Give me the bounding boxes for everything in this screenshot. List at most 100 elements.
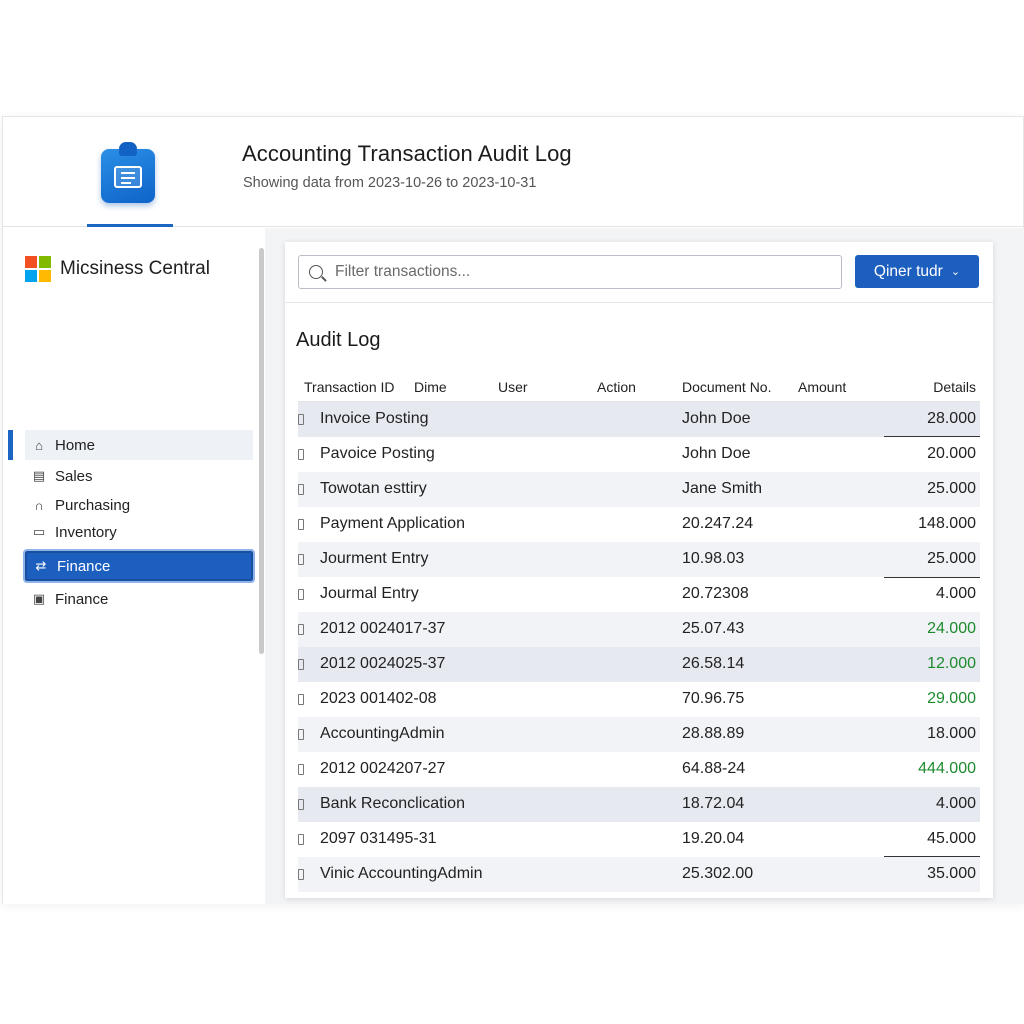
row-document: 28.88.89 (682, 725, 745, 742)
search-icon (309, 265, 323, 279)
column-header[interactable]: User (498, 379, 528, 395)
column-header[interactable]: Transaction ID (304, 379, 395, 395)
table-row[interactable]: Bank Reconclication 18.72.04 4.000 (298, 787, 980, 822)
sidebar-item-label: Finance (57, 557, 111, 575)
finance-icon: ⇄ (35, 558, 47, 573)
query-button-label: Qiner tudr (873, 262, 943, 280)
row-checkbox[interactable] (298, 449, 304, 460)
row-document: 26.58.14 (682, 655, 745, 672)
audit-table: Transaction ID Dime User Action Document… (298, 370, 980, 892)
table-row[interactable]: Payment Application 20.247.24 148.000 (298, 507, 980, 542)
row-transaction: Jourment Entry (320, 550, 429, 567)
sidebar-item-finance-2[interactable]: ▣ Finance (25, 584, 253, 614)
row-amount: 148.000 (918, 515, 976, 532)
row-transaction: 2023 001402-08 (320, 690, 437, 707)
row-document: John Doe (682, 410, 751, 427)
row-transaction: Vinic AccountingAdmin (320, 865, 483, 882)
nav-active-indicator (8, 430, 13, 460)
row-checkbox[interactable] (298, 799, 304, 810)
row-checkbox[interactable] (298, 764, 304, 775)
row-amount: 25.000 (927, 550, 976, 567)
table-row[interactable]: AccountingAdmin 28.88.89 18.000 (298, 717, 980, 752)
page-header: Accounting Transaction Audit Log Showing… (3, 117, 1023, 227)
row-amount: 4.000 (935, 585, 976, 602)
divider (285, 302, 993, 303)
sidebar-item-label: Home (55, 436, 96, 454)
row-amount: 20.000 (927, 445, 976, 462)
search-input[interactable] (335, 263, 815, 281)
page-subtitle: Showing data from 2023-10-26 to 2023-10-… (243, 175, 537, 191)
row-transaction: 2012 0024207-27 (320, 760, 446, 777)
row-transaction: Bank Reconclication (320, 795, 465, 812)
column-header[interactable]: Document No. (682, 379, 771, 395)
row-checkbox[interactable] (298, 729, 304, 740)
row-checkbox[interactable] (298, 869, 304, 880)
row-checkbox[interactable] (298, 694, 304, 705)
table-header: Transaction ID Dime User Action Document… (298, 370, 980, 402)
row-transaction: AccountingAdmin (320, 725, 445, 742)
sidebar-item-sales[interactable]: ▤ Sales (25, 461, 253, 491)
sidebar-item-inventory[interactable]: ▭ Inventory (25, 517, 253, 547)
chevron-down-icon: ⌄ (950, 266, 961, 278)
row-amount: 28.000 (927, 410, 976, 427)
table-row[interactable]: 2012 0024025-37 26.58.14 12.000 (298, 647, 980, 682)
row-amount: 25.000 (927, 480, 976, 497)
table-row[interactable]: Jourmal Entry 20.72308 4.000 (298, 577, 980, 612)
table-row[interactable]: 2012 0024017-37 25.07.43 24.000 (298, 612, 980, 647)
row-document: 25.302.00 (682, 865, 754, 882)
row-amount: 29.000 (927, 690, 976, 707)
row-checkbox[interactable] (298, 834, 304, 845)
row-transaction: Towotan esttiry (320, 480, 427, 497)
folder-icon: ▭ (32, 524, 46, 539)
header-tab-indicator (87, 224, 173, 227)
column-header[interactable]: Action (597, 379, 636, 395)
row-amount: 4.000 (935, 795, 976, 812)
sidebar-item-finance[interactable]: ⇄ Finance (23, 549, 255, 583)
query-button[interactable]: Qiner tudr ⌄ (855, 255, 979, 288)
table-row[interactable]: Jourment Entry 10.98.03 25.000 (298, 542, 980, 577)
column-header[interactable]: Dime (414, 379, 447, 395)
search-box[interactable] (298, 255, 842, 289)
row-checkbox[interactable] (298, 589, 304, 600)
row-document: 20.247.24 (682, 515, 754, 532)
row-document: 10.98.03 (682, 550, 745, 567)
table-row[interactable]: 2012 0024207-27 64.88-24 444.000 (298, 752, 980, 787)
row-transaction: 2012 0024025-37 (320, 655, 446, 672)
row-amount: 444.000 (918, 760, 976, 777)
row-checkbox[interactable] (298, 484, 304, 495)
sidebar: Micsiness Central ⌂ Home ▤ Sales ∩ Purch… (3, 228, 265, 904)
row-amount: 24.000 (927, 620, 976, 637)
row-checkbox[interactable] (298, 519, 304, 530)
row-transaction: Pavoice Posting (320, 445, 435, 462)
brand-name: Micsiness Central (60, 258, 210, 279)
table-row[interactable]: Invoice Posting John Doe 28.000 (298, 402, 980, 437)
sidebar-item-label: Purchasing (55, 496, 131, 514)
row-checkbox[interactable] (298, 414, 304, 425)
sidebar-item-purchasing[interactable]: ∩ Purchasing (25, 490, 253, 520)
row-amount: 45.000 (927, 830, 976, 847)
underline-rule (884, 577, 980, 578)
table-row[interactable]: Pavoice Posting John Doe 20.000 (298, 437, 980, 472)
sidebar-item-label: Inventory (55, 523, 117, 541)
column-header[interactable]: Details (933, 379, 976, 395)
sidebar-item-home[interactable]: ⌂ Home (25, 430, 253, 460)
row-amount: 18.000 (927, 725, 976, 742)
page-title: Accounting Transaction Audit Log (242, 141, 572, 166)
row-transaction: Invoice Posting (320, 410, 429, 427)
row-checkbox[interactable] (298, 659, 304, 670)
row-transaction: Jourmal Entry (320, 585, 419, 602)
row-checkbox[interactable] (298, 554, 304, 565)
table-row[interactable]: 2097 031495-31 19.20.04 45.000 (298, 822, 980, 857)
table-row[interactable]: 2023 001402-08 70.96.75 29.000 (298, 682, 980, 717)
table-row[interactable]: Towotan esttiry Jane Smith 25.000 (298, 472, 980, 507)
section-title: Audit Log (296, 329, 381, 351)
sidebar-item-label: Sales (55, 467, 93, 485)
row-checkbox[interactable] (298, 624, 304, 635)
row-transaction: Payment Application (320, 515, 465, 532)
column-header[interactable]: Amount (798, 379, 846, 395)
purchasing-icon: ∩ (34, 497, 44, 513)
table-row[interactable]: Vinic AccountingAdmin 25.302.00 35.000 (298, 857, 980, 892)
sidebar-scrollbar[interactable] (259, 248, 264, 654)
document-icon: ▣ (32, 591, 46, 606)
brand[interactable]: Micsiness Central (25, 256, 210, 282)
